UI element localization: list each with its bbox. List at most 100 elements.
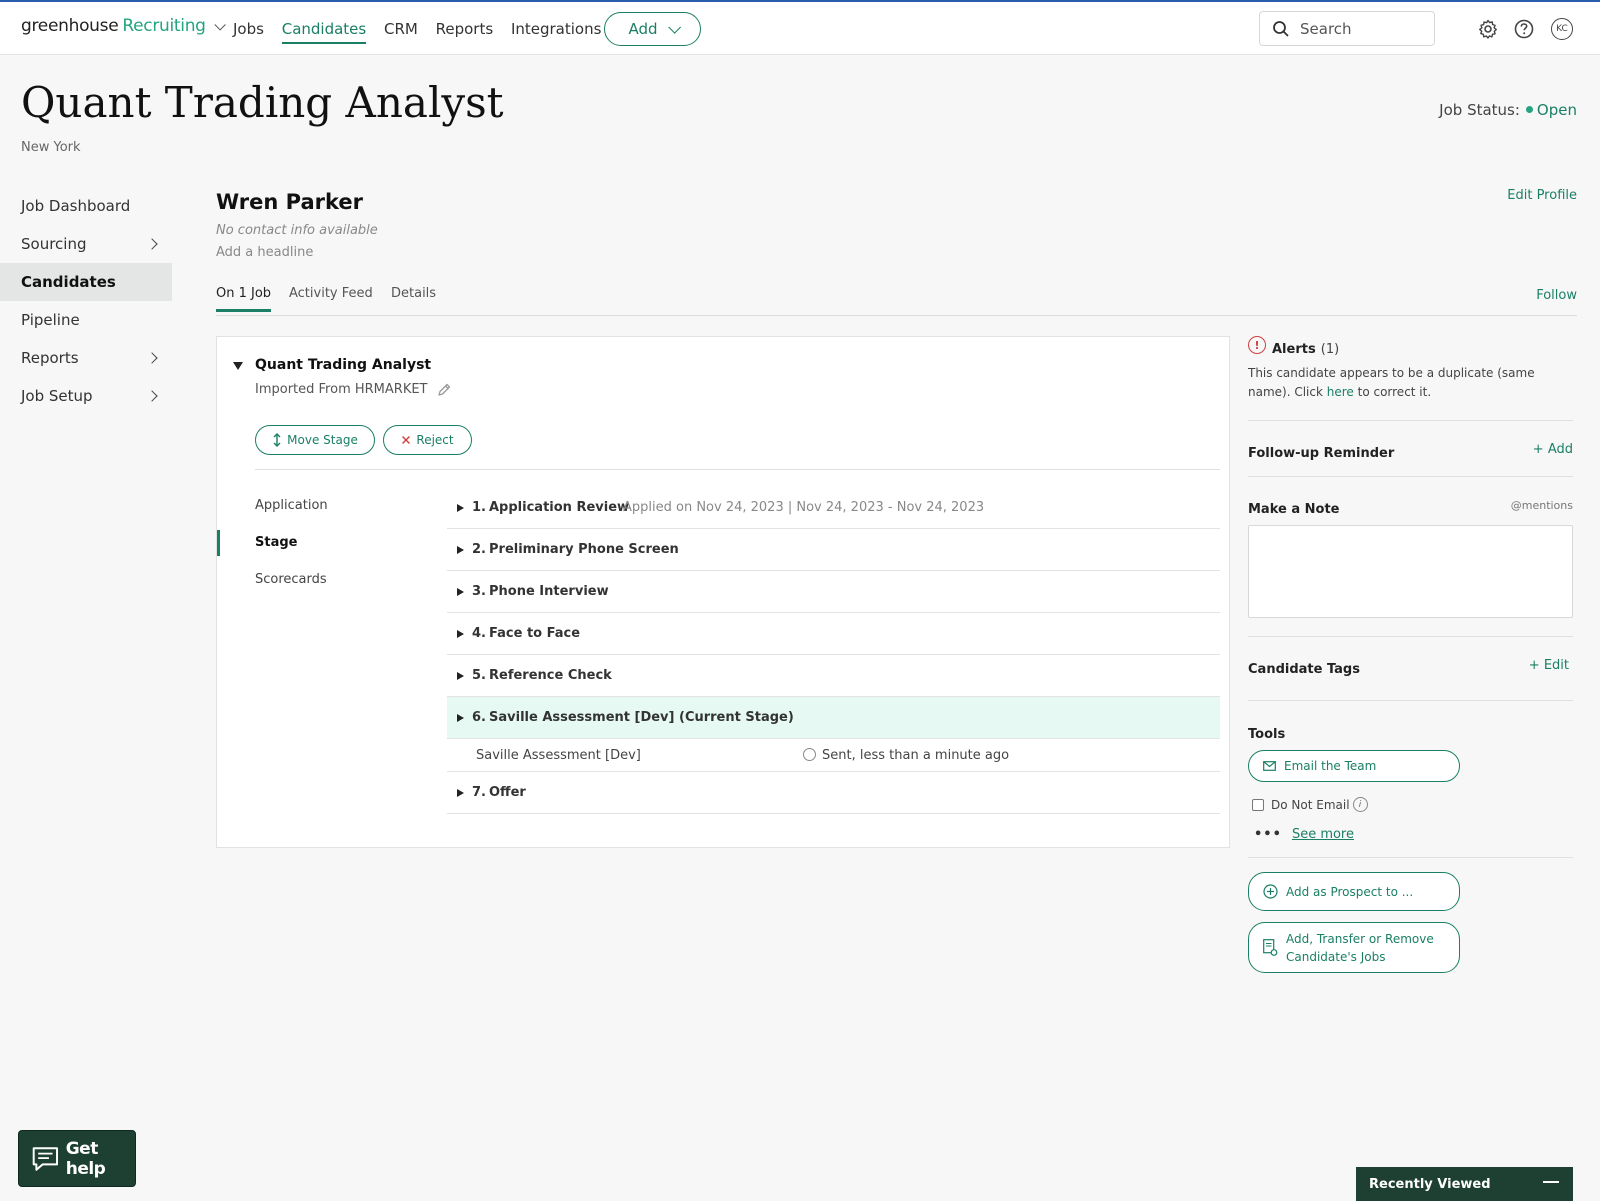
add-button[interactable]: Add	[604, 12, 701, 46]
tags-label: Candidate Tags	[1248, 662, 1360, 677]
add-prospect-button[interactable]: Add as Prospect to ...	[1248, 872, 1460, 911]
sidebar-item-label: Sourcing	[21, 235, 87, 253]
radio-circle-icon	[803, 748, 816, 761]
nav-crm[interactable]: CRM	[384, 20, 418, 38]
do-not-email-checkbox[interactable]	[1252, 798, 1264, 811]
subnav-stage[interactable]: Stage	[217, 524, 417, 561]
stage-row[interactable]: 2. Preliminary Phone Screen	[447, 529, 1220, 571]
nav-reports[interactable]: Reports	[436, 20, 494, 38]
stage-assessment-row: Saville Assessment [Dev] Sent, less than…	[447, 739, 1220, 772]
recently-viewed-bar[interactable]: Recently Viewed	[1356, 1167, 1573, 1201]
gear-icon[interactable]	[1478, 19, 1498, 39]
chevron-right-icon	[146, 352, 158, 364]
page-title: Quant Trading Analyst	[21, 78, 504, 127]
alert-here-link[interactable]: here	[1327, 385, 1354, 399]
expand-triangle-icon	[457, 588, 464, 596]
sidebar-item-candidates[interactable]: Candidates	[0, 263, 172, 301]
job-card: Quant Trading Analyst Imported From HRMA…	[216, 336, 1230, 848]
nav-candidates[interactable]: Candidates	[281, 20, 367, 44]
help-icon[interactable]	[1514, 19, 1534, 39]
get-help-button[interactable]: Get help	[18, 1130, 136, 1187]
pencil-icon[interactable]	[436, 382, 452, 398]
stage-row[interactable]: 5. Reference Check	[447, 655, 1220, 697]
stage-name: Saville Assessment [Dev] (Current Stage)	[489, 710, 794, 725]
stage-name: Preliminary Phone Screen	[489, 542, 679, 557]
more-dots-icon: •••	[1254, 827, 1282, 842]
sidebar-item-job-setup[interactable]: Job Setup	[0, 377, 172, 415]
note-label: Make a Note	[1248, 502, 1340, 517]
transfer-jobs-line1: Add, Transfer or Remove	[1286, 931, 1434, 946]
tags-section: Candidate Tags + Edit	[1248, 658, 1573, 677]
product-switcher[interactable]: greenhouse Recruiting	[21, 16, 226, 36]
see-more-link[interactable]: See more	[1292, 827, 1354, 842]
mentions-hint: @mentions	[1510, 499, 1573, 512]
do-not-email-label: Do Not Email	[1271, 797, 1350, 812]
divider	[1248, 476, 1573, 477]
job-card-title[interactable]: Quant Trading Analyst	[255, 357, 431, 373]
expand-triangle-icon	[457, 630, 464, 638]
tab-activity-feed[interactable]: Activity Feed	[289, 286, 373, 301]
brand-product: Recruiting	[122, 16, 206, 36]
chevron-right-icon	[146, 238, 158, 250]
followup-label: Follow-up Reminder	[1248, 446, 1395, 461]
add-headline-link[interactable]: Add a headline	[216, 245, 313, 260]
nav-jobs[interactable]: Jobs	[233, 20, 264, 38]
note-textarea[interactable]	[1248, 525, 1573, 618]
tags-edit-link[interactable]: + Edit	[1529, 658, 1569, 673]
chat-bubble-icon	[32, 1146, 59, 1171]
stage-row[interactable]: 3. Phone Interview	[447, 571, 1220, 613]
nav-integrations[interactable]: Integrations	[511, 20, 601, 38]
sidebar-item-reports[interactable]: Reports	[0, 339, 172, 377]
transfer-jobs-button[interactable]: Add, Transfer or Remove Candidate's Jobs	[1248, 922, 1460, 973]
sidebar-item-label: Candidates	[21, 273, 116, 291]
job-status: Job Status: Open	[1439, 101, 1577, 119]
sidebar-item-pipeline[interactable]: Pipeline	[0, 301, 172, 339]
avatar[interactable]: KC	[1551, 18, 1573, 40]
reject-button[interactable]: Reject	[383, 425, 472, 455]
follow-link[interactable]: Follow	[1536, 288, 1577, 303]
assessment-name: Saville Assessment [Dev]	[476, 748, 641, 763]
chevron-down-icon	[214, 19, 226, 31]
stage-name: Application Review	[489, 500, 630, 515]
stage-row[interactable]: 4. Face to Face	[447, 613, 1220, 655]
stage-number: 2.	[472, 542, 486, 557]
tab-on-1-job[interactable]: On 1 Job	[216, 286, 272, 312]
expand-triangle-icon	[457, 789, 464, 797]
minimize-icon[interactable]	[1543, 1181, 1559, 1183]
plus-circle-icon	[1263, 884, 1278, 899]
move-stage-button[interactable]: Move Stage	[255, 425, 375, 455]
status-dot-icon	[1525, 106, 1533, 113]
tab-details[interactable]: Details	[391, 286, 436, 301]
followup-add-link[interactable]: + Add	[1533, 442, 1573, 457]
stage-name: Offer	[489, 785, 526, 800]
subnav-application[interactable]: Application	[217, 487, 417, 524]
subnav-scorecards[interactable]: Scorecards	[217, 561, 417, 598]
edit-profile-link[interactable]: Edit Profile	[1507, 188, 1577, 203]
tools-section: Tools	[1248, 723, 1573, 742]
add-prospect-label: Add as Prospect to ...	[1286, 884, 1414, 899]
move-stage-label: Move Stage	[287, 433, 358, 447]
stage-name: Face to Face	[489, 626, 581, 641]
sidebar-item-sourcing[interactable]: Sourcing	[0, 225, 172, 263]
assessment-status: Sent, less than a minute ago	[822, 748, 1010, 763]
stage-row[interactable]: 1. Application Review Applied on Nov 24,…	[447, 487, 1220, 529]
tools-label: Tools	[1248, 727, 1286, 742]
search-box[interactable]	[1259, 11, 1435, 46]
stage-row[interactable]: 7. Offer	[447, 772, 1220, 814]
sidebar-item-job-dashboard[interactable]: Job Dashboard	[0, 187, 172, 225]
envelope-icon	[1263, 761, 1276, 771]
collapse-triangle-icon[interactable]	[233, 362, 243, 370]
job-status-value[interactable]: Open	[1537, 101, 1577, 119]
alert-text-after: to correct it.	[1353, 385, 1432, 399]
divider	[1248, 636, 1573, 637]
do-not-email-row: Do Not Email i	[1252, 797, 1368, 812]
chevron-down-icon	[667, 20, 681, 34]
search-input[interactable]	[1300, 19, 1420, 38]
email-team-button[interactable]: Email the Team	[1248, 750, 1460, 782]
expand-triangle-icon	[457, 672, 464, 680]
stage-row-current[interactable]: 6. Saville Assessment [Dev] (Current Sta…	[447, 697, 1220, 739]
sidebar-item-label: Job Setup	[21, 387, 93, 405]
info-icon[interactable]: i	[1352, 797, 1368, 812]
expand-triangle-icon	[457, 714, 464, 722]
divider	[1248, 857, 1573, 858]
